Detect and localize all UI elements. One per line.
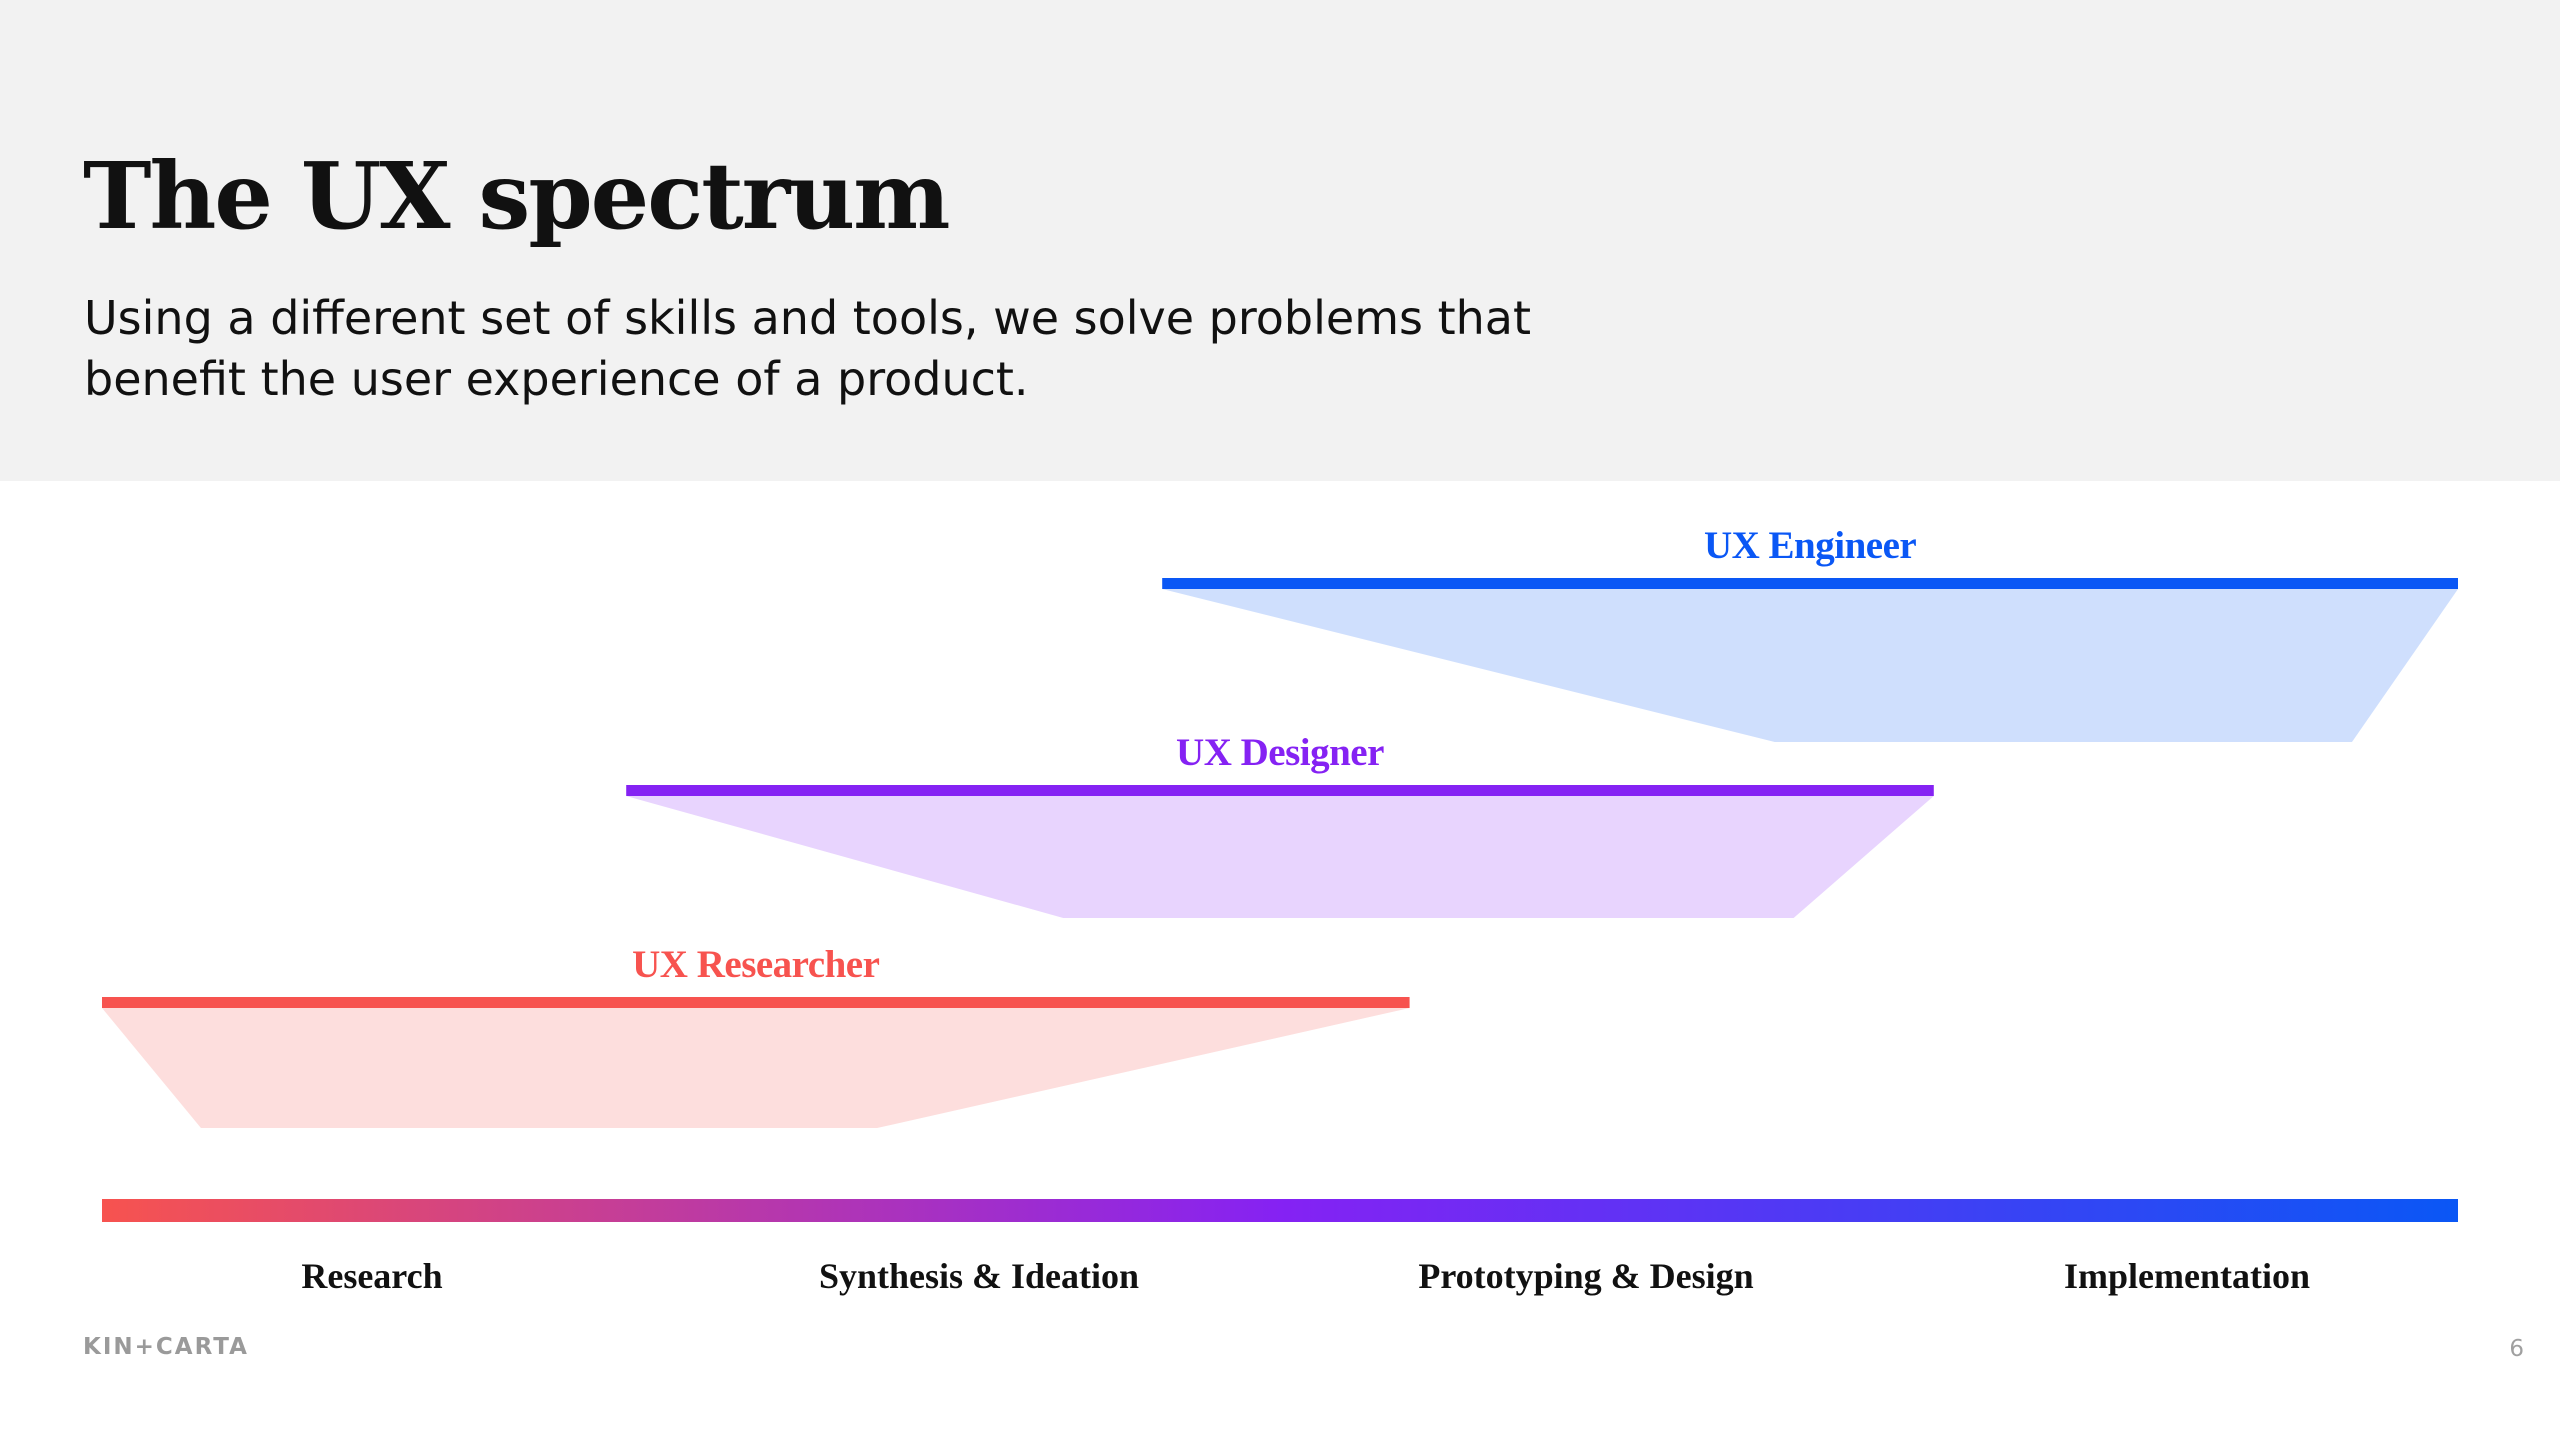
stage-label-implementation: Implementation [2064, 1256, 2310, 1296]
ux-spectrum-diagram: UX Engineer UX Designer UX Researcher Re… [102, 524, 2458, 1296]
ux-designer-bar [626, 785, 1934, 796]
ux-researcher-bar [102, 997, 1410, 1008]
stage-label-synthesis-ideation: Synthesis & Ideation [819, 1256, 1139, 1296]
ux-designer-focus-area [626, 796, 1934, 918]
page-number: 6 [2509, 1336, 2524, 1362]
ux-designer-label: UX Designer [1176, 731, 1384, 774]
ux-researcher-label: UX Researcher [632, 943, 879, 986]
ux-engineer-label: UX Engineer [1704, 524, 1916, 567]
kin-carta-logo: KIN+CARTA [83, 1334, 249, 1360]
ux-engineer-focus-area [1162, 589, 2458, 742]
stage-label-research: Research [301, 1256, 442, 1296]
ux-researcher-focus-area [102, 1008, 1410, 1128]
spectrum-gradient-bar [102, 1199, 2458, 1222]
stage-label-prototyping-design: Prototyping & Design [1418, 1256, 1753, 1296]
ux-engineer-bar [1162, 578, 2458, 589]
